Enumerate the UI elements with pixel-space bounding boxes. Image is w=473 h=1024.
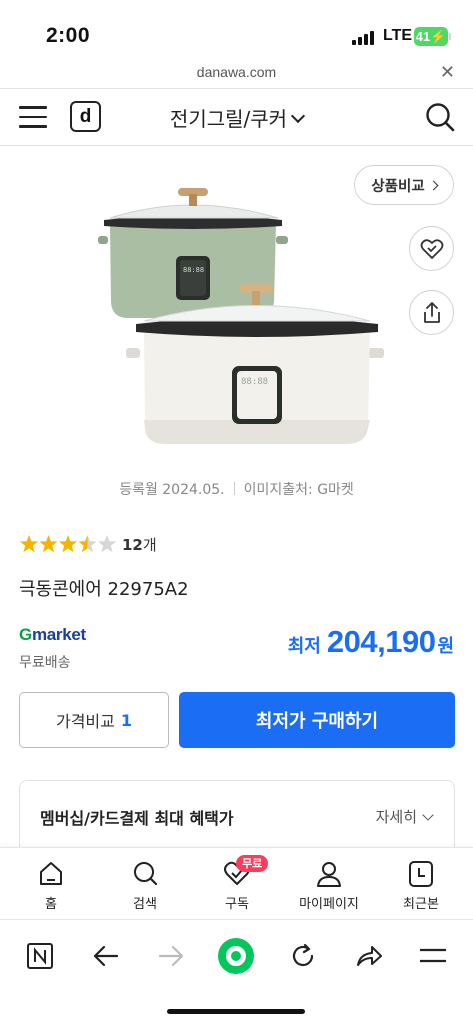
svg-text:88:88: 88:88 [183, 266, 204, 274]
tab-search-label: 검색 [133, 897, 157, 912]
menu-button[interactable] [411, 934, 455, 978]
battery-level: 41 [415, 29, 431, 44]
tab-mypage[interactable]: 마이페이지 [282, 848, 376, 920]
gmarket-logo-g: G [19, 625, 32, 644]
image-source: 이미지출처: G마켓 [243, 482, 354, 498]
refresh-button[interactable] [281, 934, 325, 978]
chevron-down-icon [422, 809, 434, 821]
product-meta: 등록월 2024.05. 이미지출처: G마켓 [0, 479, 473, 499]
close-icon[interactable]: ✕ [440, 62, 455, 83]
benefit-title: 멤버십/카드결제 최대 혜택가 [40, 809, 234, 828]
product-image[interactable]: 88:88 88:88 [88, 180, 390, 452]
status-time: 2:00 [46, 24, 91, 47]
home-indicator[interactable] [167, 1009, 305, 1014]
registered-date: 등록월 2024.05. [119, 482, 225, 498]
price-label: 최저 [287, 636, 321, 657]
review-count[interactable]: 12개 [122, 534, 157, 555]
product-compare-button[interactable]: 상품비교 [354, 165, 454, 205]
category-dropdown[interactable]: 전기그릴/쿠커 [0, 103, 473, 132]
star-icon [97, 535, 117, 553]
star-icon [39, 535, 58, 553]
divider [0, 145, 473, 146]
shipping-info: 무료배송 [19, 655, 71, 671]
benefit-more-button[interactable]: 자세히 [376, 806, 434, 827]
price-value: 204,190 [326, 624, 436, 659]
status-bar: 2:00 LTE 41 ⚡ [0, 0, 473, 58]
forward-button[interactable] [149, 934, 193, 978]
browser-url-bar[interactable]: danawa.com ✕ [0, 58, 473, 88]
naver-n-icon [27, 943, 53, 969]
review-count-unit: 개 [142, 535, 157, 554]
person-icon [317, 862, 341, 887]
star-icon [78, 535, 97, 553]
tab-home[interactable]: 홈 [4, 848, 98, 920]
price-compare-button[interactable]: 가격비교 1 [19, 692, 169, 748]
tab-recent-label: 최근본 [403, 897, 439, 912]
star-rating-icon [19, 535, 117, 553]
tab-subscribe[interactable]: 무료 구독 [190, 848, 284, 920]
naver-green-dot-icon [218, 938, 254, 974]
url-text[interactable]: danawa.com [0, 64, 473, 80]
lowest-price: 최저 204,190 원 [288, 624, 454, 660]
review-count-number: 12 [122, 535, 143, 554]
tab-recent[interactable]: 최근본 [374, 848, 468, 920]
star-icon [19, 535, 39, 553]
tab-subscribe-label: 구독 [225, 897, 249, 912]
refresh-icon [292, 943, 314, 967]
share-button[interactable] [347, 934, 391, 978]
benefit-section[interactable]: 멤버십/카드결제 최대 혜택가 자세히 [19, 780, 455, 850]
price-unit: 원 [437, 636, 454, 657]
share-arrow-icon [357, 946, 382, 966]
heart-check-icon [420, 238, 443, 259]
search-icon[interactable] [425, 102, 455, 132]
signal-icon [352, 29, 378, 45]
chevron-right-icon [428, 180, 439, 190]
network-type: LTE [383, 27, 413, 44]
product-compare-label[interactable]: 상품비교 [371, 175, 424, 196]
menu-icon [420, 948, 446, 963]
gmarket-logo-text: market [31, 625, 86, 644]
share-icon [423, 301, 440, 323]
divider [233, 482, 235, 495]
battery-icon: 41 ⚡ [414, 27, 451, 46]
tab-mypage-label: 마이페이지 [299, 897, 359, 912]
benefit-more-label[interactable]: 자세히 [376, 808, 417, 826]
wishlist-button[interactable] [409, 226, 454, 271]
price-compare-label[interactable]: 가격비교 [56, 708, 115, 732]
product-title: 극동콘에어 22975A2 [19, 579, 189, 600]
arrow-right-icon [158, 945, 184, 967]
search-icon [134, 862, 158, 886]
bottom-tab-bar: 홈 검색 무료 구독 마이페이지 최근본 [0, 847, 473, 919]
naver-green-button[interactable] [214, 934, 258, 978]
tab-home-label: 홈 [45, 897, 57, 912]
rating[interactable]: 12개 [19, 533, 157, 555]
svg-text:88:88: 88:88 [241, 377, 268, 387]
tab-search[interactable]: 검색 [98, 848, 192, 920]
free-badge: 무료 [236, 855, 269, 872]
site-header: d 전기그릴/쿠커 [0, 89, 473, 145]
arrow-left-icon [93, 945, 119, 967]
gmarket-logo[interactable]: Gmarket [19, 625, 86, 645]
home-icon [40, 862, 62, 885]
recent-icon [409, 861, 433, 887]
category-label[interactable]: 전기그릴/쿠커 [170, 107, 287, 131]
chevron-down-icon [290, 108, 306, 124]
naver-n-button[interactable] [18, 934, 62, 978]
buy-lowest-button[interactable]: 최저가 구매하기 [179, 692, 455, 748]
back-button[interactable] [84, 934, 128, 978]
price-compare-count[interactable]: 1 [121, 711, 132, 730]
share-button[interactable] [409, 290, 454, 335]
star-icon [58, 535, 78, 553]
